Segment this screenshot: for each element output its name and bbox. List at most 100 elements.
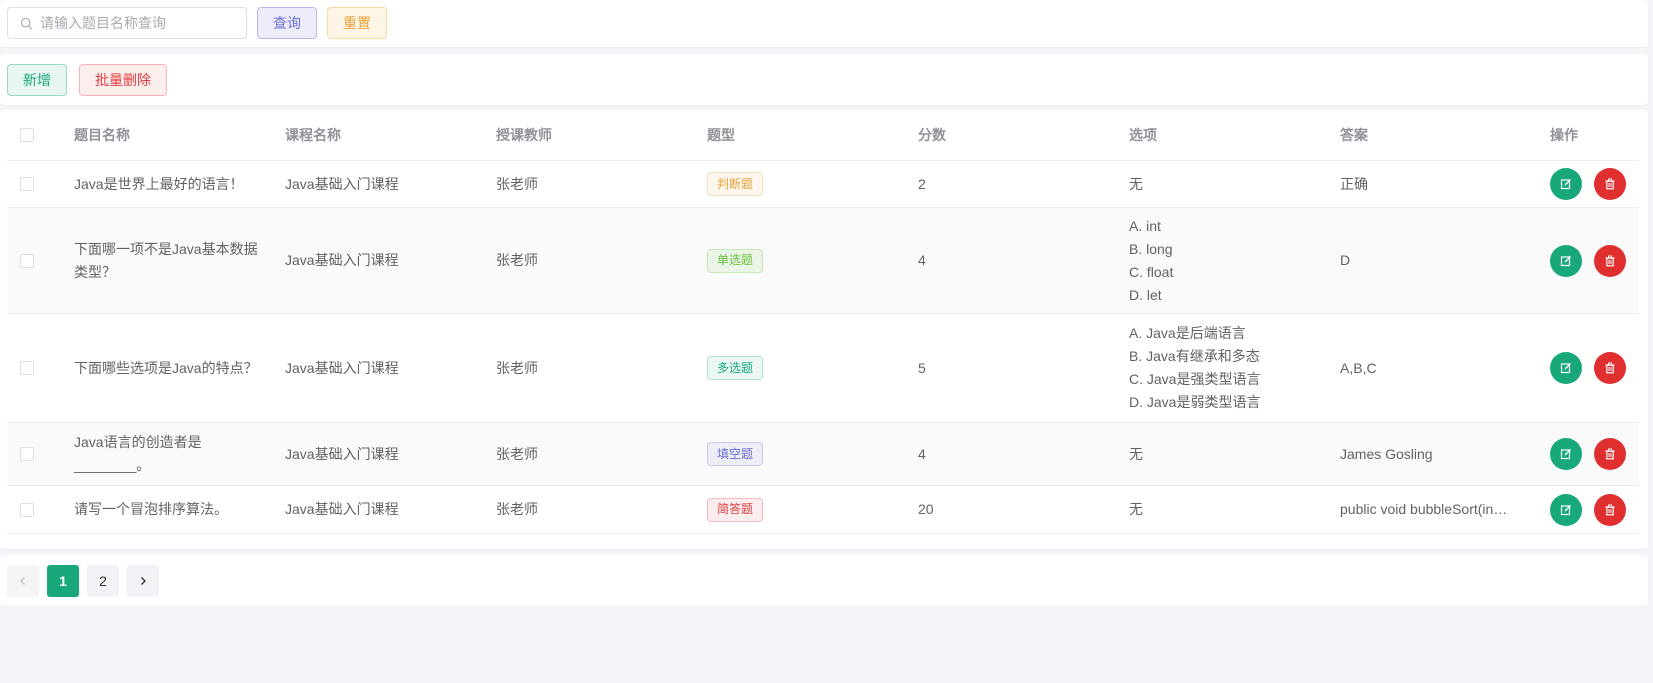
course-name: Java基础入门课程 bbox=[285, 501, 399, 517]
row-checkbox[interactable] bbox=[20, 177, 34, 191]
answer: A,B,C bbox=[1340, 359, 1377, 376]
query-button[interactable]: 查询 bbox=[257, 7, 317, 39]
answer-cell: James Gosling bbox=[1340, 423, 1525, 485]
row-checkbox-cell bbox=[20, 423, 36, 485]
score: 2 bbox=[918, 175, 926, 192]
delete-button[interactable] bbox=[1594, 352, 1626, 384]
options: A. Java是后端语言 B. Java有继承和多态 C. Java是强类型语言 D.… bbox=[1129, 314, 1319, 422]
reset-button[interactable]: 重置 bbox=[327, 7, 387, 39]
row-actions bbox=[1550, 314, 1640, 422]
option-line: D. Java是弱类型语言 bbox=[1129, 394, 1261, 410]
answer: 正确 bbox=[1340, 175, 1368, 192]
question-title-lines: 下面哪些选项是Java的特点？ bbox=[74, 357, 258, 380]
option-lines: 无 bbox=[1129, 498, 1143, 521]
delete-button[interactable] bbox=[1594, 493, 1626, 526]
header-actions: 操作 bbox=[1550, 126, 1578, 143]
options: 无 bbox=[1129, 423, 1319, 485]
page-button-2[interactable]: 2 bbox=[87, 565, 119, 597]
score: 20 bbox=[918, 501, 934, 517]
trash-icon bbox=[1605, 362, 1615, 374]
row-checkbox[interactable] bbox=[20, 447, 34, 461]
prev-page-button[interactable] bbox=[7, 565, 39, 597]
options: A. int B. long C. float D. let bbox=[1129, 208, 1319, 313]
answer-cell: 正确 bbox=[1340, 161, 1525, 207]
search-input-wrapper[interactable] bbox=[7, 7, 247, 39]
answer: James Gosling bbox=[1340, 445, 1433, 462]
chevron-left-icon bbox=[20, 577, 25, 585]
edit-icon bbox=[1560, 504, 1571, 515]
edit-button[interactable] bbox=[1550, 168, 1582, 200]
score: 4 bbox=[918, 445, 926, 462]
batch-delete-button[interactable]: 批量删除 bbox=[79, 64, 167, 96]
course-name: Java基础入门课程 bbox=[285, 359, 399, 376]
row-actions bbox=[1550, 423, 1640, 485]
option-line: 无 bbox=[1129, 445, 1143, 462]
edit-button[interactable] bbox=[1550, 493, 1582, 526]
teacher-name: 张老师 bbox=[496, 501, 538, 517]
row-checkbox-cell bbox=[20, 208, 36, 313]
question-title: Java是世界上最好的语言！ bbox=[74, 161, 264, 207]
edit-icon bbox=[1560, 255, 1571, 266]
row-checkbox[interactable] bbox=[20, 253, 34, 268]
pagination-panel: 1 2 bbox=[0, 555, 1648, 606]
header-type: 题型 bbox=[707, 126, 735, 143]
row-actions bbox=[1550, 161, 1640, 207]
answer-cell: A,B,C bbox=[1340, 314, 1525, 422]
question-title-line: Java是世界上最好的语言！ bbox=[74, 175, 244, 192]
option-line: A. int bbox=[1129, 217, 1161, 234]
option-lines: A. int B. long C. float D. let bbox=[1129, 215, 1173, 307]
edit-icon bbox=[1560, 363, 1571, 374]
question-type-tag: 多选题 bbox=[707, 356, 764, 380]
question-table-panel: 题目名称 课程名称 授课教师 题型 分数 选项 答案 操作 Java是世界上最好… bbox=[0, 110, 1648, 549]
row-checkbox[interactable] bbox=[20, 502, 34, 517]
table-row: Java语言的创造者是 ________。 Java基础入门课程 张老师 填空题 4 无 Ja… bbox=[7, 423, 1639, 486]
table-row: Java是世界上最好的语言！ Java基础入门课程 张老师 判断题 2 无 正确 bbox=[7, 161, 1639, 208]
question-title-line: Java语言的创造者是 bbox=[74, 434, 202, 450]
options: 无 bbox=[1129, 161, 1319, 207]
header-answer: 答案 bbox=[1340, 126, 1368, 143]
search-icon bbox=[19, 16, 33, 30]
next-page-button[interactable] bbox=[127, 565, 159, 597]
question-title-line: ________。 bbox=[74, 457, 151, 473]
delete-button[interactable] bbox=[1594, 168, 1626, 200]
delete-button[interactable] bbox=[1594, 438, 1626, 470]
option-line: B. long bbox=[1129, 240, 1173, 257]
edit-icon bbox=[1560, 449, 1571, 460]
question-title-lines: Java是世界上最好的语言！ bbox=[74, 173, 244, 196]
add-button[interactable]: 新增 bbox=[7, 64, 67, 96]
edit-button[interactable] bbox=[1550, 352, 1582, 384]
page-button-1[interactable]: 1 bbox=[47, 565, 79, 597]
option-lines: 无 bbox=[1129, 173, 1143, 196]
search-input[interactable] bbox=[40, 15, 240, 31]
table-header-row: 题目名称 课程名称 授课教师 题型 分数 选项 答案 操作 bbox=[7, 110, 1639, 161]
question-type-cell: 判断题 bbox=[707, 161, 897, 207]
question-type-tag: 单选题 bbox=[707, 248, 764, 273]
teacher-name: 张老师 bbox=[496, 252, 538, 268]
answer-cell: public void bubbleSort(in… bbox=[1340, 486, 1525, 533]
edit-button[interactable] bbox=[1550, 244, 1582, 277]
header-teacher: 授课教师 bbox=[496, 126, 552, 143]
question-title: Java语言的创造者是 ________。 bbox=[74, 423, 264, 485]
trash-icon bbox=[1605, 448, 1615, 460]
delete-button[interactable] bbox=[1594, 244, 1626, 277]
question-type-tag: 简答题 bbox=[707, 497, 764, 522]
option-line: D. let bbox=[1129, 286, 1162, 303]
table-row: 下面哪些选项是Java的特点？ Java基础入门课程 张老师 多选题 5 A. Java是… bbox=[7, 314, 1639, 423]
header-title: 题目名称 bbox=[74, 126, 130, 143]
action-panel: 新增 批量删除 bbox=[0, 54, 1648, 105]
option-line: A. Java是后端语言 bbox=[1129, 325, 1246, 341]
question-type-cell: 单选题 bbox=[707, 208, 897, 313]
question-type-cell: 多选题 bbox=[707, 314, 897, 422]
question-type-cell: 简答题 bbox=[707, 486, 897, 533]
select-all-checkbox[interactable] bbox=[20, 128, 34, 142]
question-type-cell: 填空题 bbox=[707, 423, 897, 485]
option-line: 无 bbox=[1129, 501, 1143, 517]
edit-icon bbox=[1560, 179, 1571, 190]
option-line: C. float bbox=[1129, 263, 1174, 280]
row-checkbox-cell bbox=[20, 486, 36, 533]
question-title-lines: Java语言的创造者是 ________。 bbox=[74, 431, 202, 477]
row-checkbox[interactable] bbox=[20, 361, 34, 375]
edit-button[interactable] bbox=[1550, 438, 1582, 470]
table-row: 下面哪一项不是Java基本数据 类型？ Java基础入门课程 张老师 单选题 4 A. in… bbox=[7, 208, 1639, 314]
teacher-name: 张老师 bbox=[496, 445, 538, 462]
